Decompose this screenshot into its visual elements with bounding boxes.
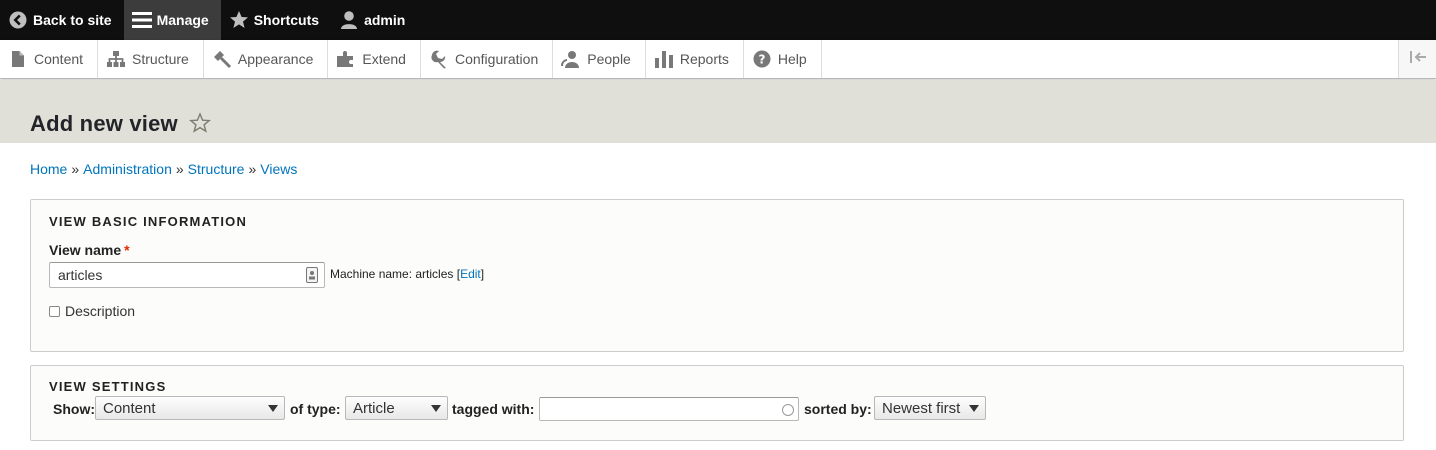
breadcrumb-administration-link[interactable]: Administration — [83, 161, 172, 177]
menu-item-label: Extend — [362, 51, 406, 67]
tagged-with-input[interactable] — [539, 397, 799, 421]
breadcrumb-views-link[interactable]: Views — [260, 161, 297, 177]
show-label: Show: — [53, 401, 95, 417]
sorted-by-value: Newest first — [882, 399, 961, 417]
menu-item-label: Configuration — [454, 51, 539, 67]
view-settings-fieldset: VIEW SETTINGS Show: Content of type: Art… — [30, 365, 1404, 441]
view-name-input[interactable]: articles — [49, 262, 325, 288]
breadcrumb: Home» Administration» Structure» Views — [30, 161, 297, 177]
breadcrumb-separator: » — [248, 161, 257, 177]
svg-text:?: ? — [758, 53, 765, 67]
menu-item-content[interactable]: Content — [0, 40, 99, 78]
breadcrumb-separator: » — [175, 161, 184, 177]
view-name-value: articles — [58, 267, 103, 283]
menu-item-label: Appearance — [237, 51, 314, 67]
star-shortcut-icon[interactable] — [188, 112, 212, 134]
required-marker: * — [124, 242, 130, 258]
breadcrumb-home-link[interactable]: Home — [30, 161, 67, 177]
manage-label: Manage — [156, 12, 209, 28]
description-checkbox-row: Description — [49, 303, 135, 319]
help-icon: ? — [752, 49, 772, 69]
back-to-site-link[interactable]: Back to site — [0, 0, 124, 40]
page-title: Add new view — [30, 111, 178, 136]
shortcuts-tab[interactable]: Shortcuts — [221, 0, 331, 40]
view-name-label: View name * — [49, 242, 130, 258]
sorted-by-label: sorted by: — [804, 401, 872, 417]
star-icon — [228, 9, 250, 31]
dropdown-caret-icon — [268, 405, 278, 412]
menu-item-label: People — [587, 51, 631, 67]
breadcrumb-structure-link[interactable]: Structure — [188, 161, 245, 177]
view-name-label-text: View name — [49, 242, 122, 258]
hamburger-icon — [131, 9, 153, 31]
show-select[interactable]: Content — [95, 396, 285, 420]
menu-item-label: Help — [777, 51, 807, 67]
type-label: of type: — [290, 401, 341, 417]
puzzle-icon — [336, 49, 356, 69]
people-icon — [561, 49, 581, 69]
tagged-with-label: tagged with: — [452, 401, 535, 417]
shortcuts-label: Shortcuts — [253, 12, 320, 28]
menu-item-structure[interactable]: Structure — [98, 40, 204, 78]
machine-name: Machine name: articles [Edit] — [330, 267, 485, 281]
wrench-icon — [429, 49, 449, 69]
menu-item-label: Reports — [679, 51, 729, 67]
chevron-left-circle-icon — [7, 9, 29, 31]
sitemap-icon — [106, 49, 126, 69]
menu-item-label: Content — [34, 51, 84, 67]
paintbrush-icon — [212, 49, 232, 69]
menu-item-reports[interactable]: Reports — [646, 40, 744, 78]
machine-name-text: Machine name: articles — [330, 267, 454, 281]
menu-item-configuration[interactable]: Configuration — [421, 40, 554, 78]
machine-name-edit-link[interactable]: Edit — [460, 267, 481, 281]
type-select[interactable]: Article — [345, 396, 448, 420]
dropdown-caret-icon — [969, 405, 979, 412]
fieldset-legend: VIEW BASIC INFORMATION — [49, 214, 248, 229]
user-label: admin — [364, 12, 406, 28]
user-icon — [338, 9, 360, 31]
contact-card-icon — [306, 267, 318, 286]
sorted-by-select[interactable]: Newest first — [874, 396, 986, 420]
type-select-value: Article — [353, 399, 395, 417]
user-tab[interactable]: admin — [331, 0, 417, 40]
collapse-left-icon — [1409, 50, 1427, 69]
page-header — [0, 80, 1436, 143]
menu-item-label: Structure — [132, 51, 189, 67]
view-basic-information-fieldset: VIEW BASIC INFORMATION View name * articl… — [30, 199, 1404, 352]
manage-tab[interactable]: Manage — [123, 0, 221, 40]
description-label[interactable]: Description — [65, 303, 135, 319]
menu-item-extend[interactable]: Extend — [328, 40, 421, 78]
description-checkbox[interactable] — [49, 305, 60, 317]
menu-item-appearance[interactable]: Appearance — [204, 40, 329, 78]
breadcrumb-separator: » — [71, 161, 80, 177]
fieldset-legend: VIEW SETTINGS — [49, 379, 167, 394]
show-select-value: Content — [103, 399, 156, 417]
bar-chart-icon — [654, 49, 674, 69]
admin-menu-tray: Content Structure Appearance Extend Conf… — [0, 40, 1436, 79]
autocomplete-throbber-icon — [782, 404, 794, 416]
dropdown-caret-icon — [431, 405, 441, 412]
back-to-site-label: Back to site — [33, 12, 112, 28]
tray-orientation-toggle[interactable] — [1398, 40, 1436, 78]
menu-item-help[interactable]: ? Help — [744, 40, 822, 78]
admin-toolbar: Back to site Manage Shortcuts admin — [0, 0, 1436, 40]
menu-item-people[interactable]: People — [553, 40, 646, 78]
file-icon — [8, 49, 28, 69]
